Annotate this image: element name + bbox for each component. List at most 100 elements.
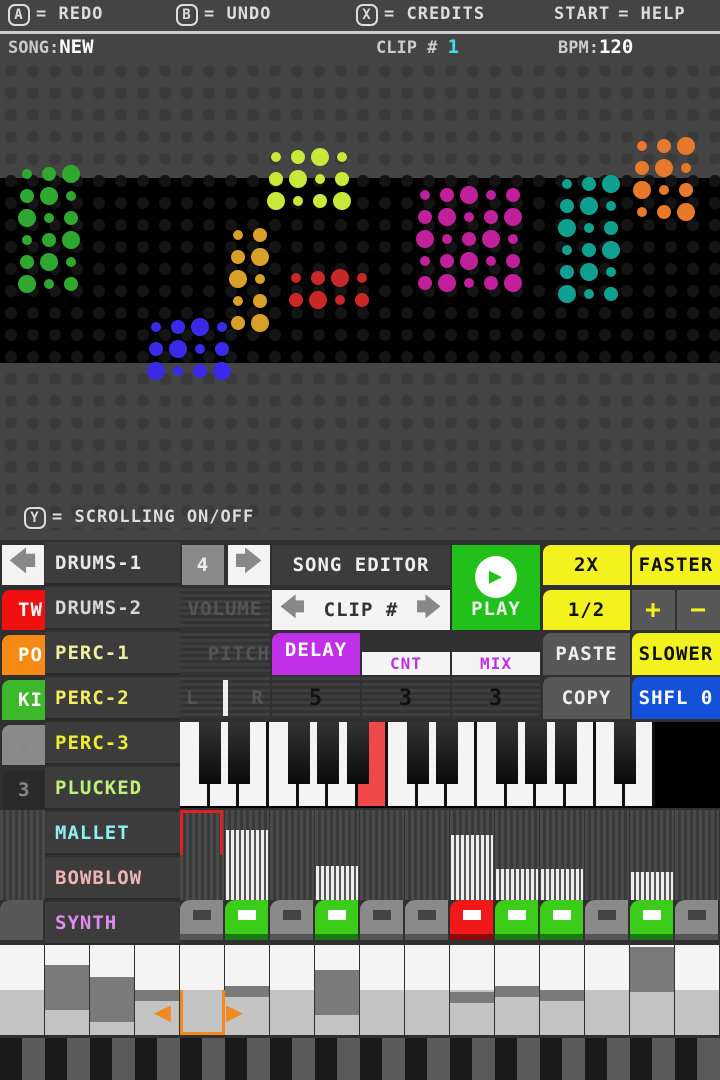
note-level-cell[interactable] xyxy=(630,945,674,1035)
pan-slider[interactable]: LR xyxy=(180,677,270,719)
velocity-bar[interactable] xyxy=(496,869,538,900)
song-editor-button[interactable]: SONG EDITOR xyxy=(272,545,450,585)
menu-item-bowblow[interactable]: BOWBLOW xyxy=(45,857,180,900)
grid-dot xyxy=(181,263,193,275)
step-led-icon xyxy=(642,910,661,920)
note-level-cell[interactable] xyxy=(0,945,44,1035)
menu-item-perc-2[interactable]: PERC-2 xyxy=(45,677,180,720)
play-button[interactable]: ▶ PLAY xyxy=(452,545,540,630)
note-level-cell[interactable] xyxy=(405,945,449,1035)
clip-prev-icon[interactable]: 🡄 xyxy=(280,590,306,631)
step-button[interactable] xyxy=(0,900,43,940)
black-key[interactable] xyxy=(436,722,459,784)
clip-selector[interactable]: 🡄 CLIP # 🡆 xyxy=(272,590,450,630)
bpm-plus-button[interactable]: + xyxy=(632,590,675,630)
grid-dot xyxy=(335,241,347,253)
instrument-tab[interactable]: TW xyxy=(2,590,45,630)
delay-mix-value[interactable]: 3 xyxy=(452,677,540,719)
double-speed-button[interactable]: 2X xyxy=(543,545,630,585)
velocity-bar[interactable] xyxy=(226,829,268,900)
note-level-cell[interactable] xyxy=(495,945,539,1035)
grid-dot xyxy=(599,109,611,121)
black-key[interactable] xyxy=(525,722,548,784)
menu-item-synth[interactable]: SYNTH xyxy=(45,902,180,945)
next-pattern-button[interactable]: 🡆 xyxy=(228,545,270,585)
menu-item-drums-1[interactable]: DRUMS-1 xyxy=(45,542,180,585)
menu-item-mallet[interactable]: MALLET xyxy=(45,812,180,855)
black-key[interactable] xyxy=(495,722,518,784)
black-key[interactable] xyxy=(317,722,340,784)
black-key[interactable] xyxy=(347,722,370,784)
step-button-on[interactable] xyxy=(540,900,583,940)
pan-handle[interactable] xyxy=(222,680,228,716)
velocity-bar[interactable] xyxy=(451,835,493,900)
delay-cnt-value[interactable]: 3 xyxy=(362,677,450,719)
note-level-cell[interactable] xyxy=(90,945,134,1035)
selection-box[interactable] xyxy=(180,990,225,1035)
velocity-bar[interactable] xyxy=(316,865,358,900)
note-level-cell[interactable] xyxy=(675,945,719,1035)
note-level-cell[interactable] xyxy=(450,945,494,1035)
instrument-tab[interactable]: 3 xyxy=(2,770,45,810)
bpm-minus-button[interactable]: − xyxy=(677,590,720,630)
note-level-cell[interactable] xyxy=(45,945,89,1035)
menu-item-plucked[interactable]: PLUCKED xyxy=(45,767,180,810)
step-button-on[interactable] xyxy=(630,900,673,940)
step-column[interactable] xyxy=(675,810,719,900)
menu-item-drums-2[interactable]: DRUMS-2 xyxy=(45,587,180,630)
grid-dot xyxy=(511,351,523,363)
note-level-cell[interactable] xyxy=(585,945,629,1035)
note-dot xyxy=(66,257,76,267)
instrument-tab[interactable]: POL xyxy=(2,635,45,675)
velocity-bar[interactable] xyxy=(631,872,673,900)
black-key[interactable] xyxy=(554,722,577,784)
note-level-cell[interactable] xyxy=(270,945,314,1035)
delay-count-field[interactable]: CNT xyxy=(362,652,450,675)
delay-delay-value[interactable]: 5 xyxy=(272,677,360,719)
step-button-accent[interactable] xyxy=(450,900,493,940)
prev-instrument-button[interactable]: 🡄 xyxy=(2,545,44,585)
step-button-off[interactable] xyxy=(360,900,403,940)
velocity-bar[interactable] xyxy=(541,869,583,900)
instrument-tab[interactable]: 1 xyxy=(2,725,45,765)
menu-item-perc-3[interactable]: PERC-3 xyxy=(45,722,180,765)
grid-dot xyxy=(621,417,633,429)
note-level-cell[interactable] xyxy=(315,945,359,1035)
step-button-off[interactable] xyxy=(675,900,718,940)
step-column[interactable] xyxy=(585,810,629,900)
black-key[interactable] xyxy=(198,722,221,784)
note-level-cell[interactable] xyxy=(540,945,584,1035)
step-button-on[interactable] xyxy=(315,900,358,940)
black-key[interactable] xyxy=(614,722,637,784)
shuffle-button[interactable]: SHFL 0 xyxy=(632,677,720,719)
instrument-tab[interactable]: KI xyxy=(2,680,45,720)
black-key[interactable] xyxy=(406,722,429,784)
step-button-off[interactable] xyxy=(180,900,223,940)
delay-mix-field[interactable]: MIX xyxy=(452,652,540,675)
move-left-icon[interactable]: ◀ xyxy=(154,995,171,1028)
grid-dot xyxy=(423,307,435,319)
step-column[interactable] xyxy=(405,810,449,900)
paste-button[interactable]: PASTE xyxy=(543,633,630,675)
step-button-off[interactable] xyxy=(270,900,313,940)
slower-button[interactable]: SLOWER xyxy=(632,633,720,675)
note-level-cell[interactable] xyxy=(360,945,404,1035)
faster-button[interactable]: FASTER xyxy=(632,545,720,585)
menu-item-perc-1[interactable]: PERC-1 xyxy=(45,632,180,675)
step-button-on[interactable] xyxy=(225,900,268,940)
grid-dot xyxy=(181,241,193,253)
step-column[interactable] xyxy=(270,810,314,900)
move-right-icon[interactable]: ▶ xyxy=(226,995,243,1028)
half-speed-button[interactable]: 1/2 xyxy=(543,590,630,630)
grid-dot xyxy=(489,329,501,341)
copy-button[interactable]: COPY xyxy=(543,677,630,719)
step-button-off[interactable] xyxy=(405,900,448,940)
step-column[interactable] xyxy=(360,810,404,900)
step-button-off[interactable] xyxy=(585,900,628,940)
grid-dot xyxy=(313,65,325,77)
black-key[interactable] xyxy=(287,722,310,784)
clip-next-icon[interactable]: 🡆 xyxy=(416,590,442,631)
black-key[interactable] xyxy=(228,722,251,784)
step-button-on[interactable] xyxy=(495,900,538,940)
delay-toggle[interactable]: DELAY xyxy=(272,633,360,675)
